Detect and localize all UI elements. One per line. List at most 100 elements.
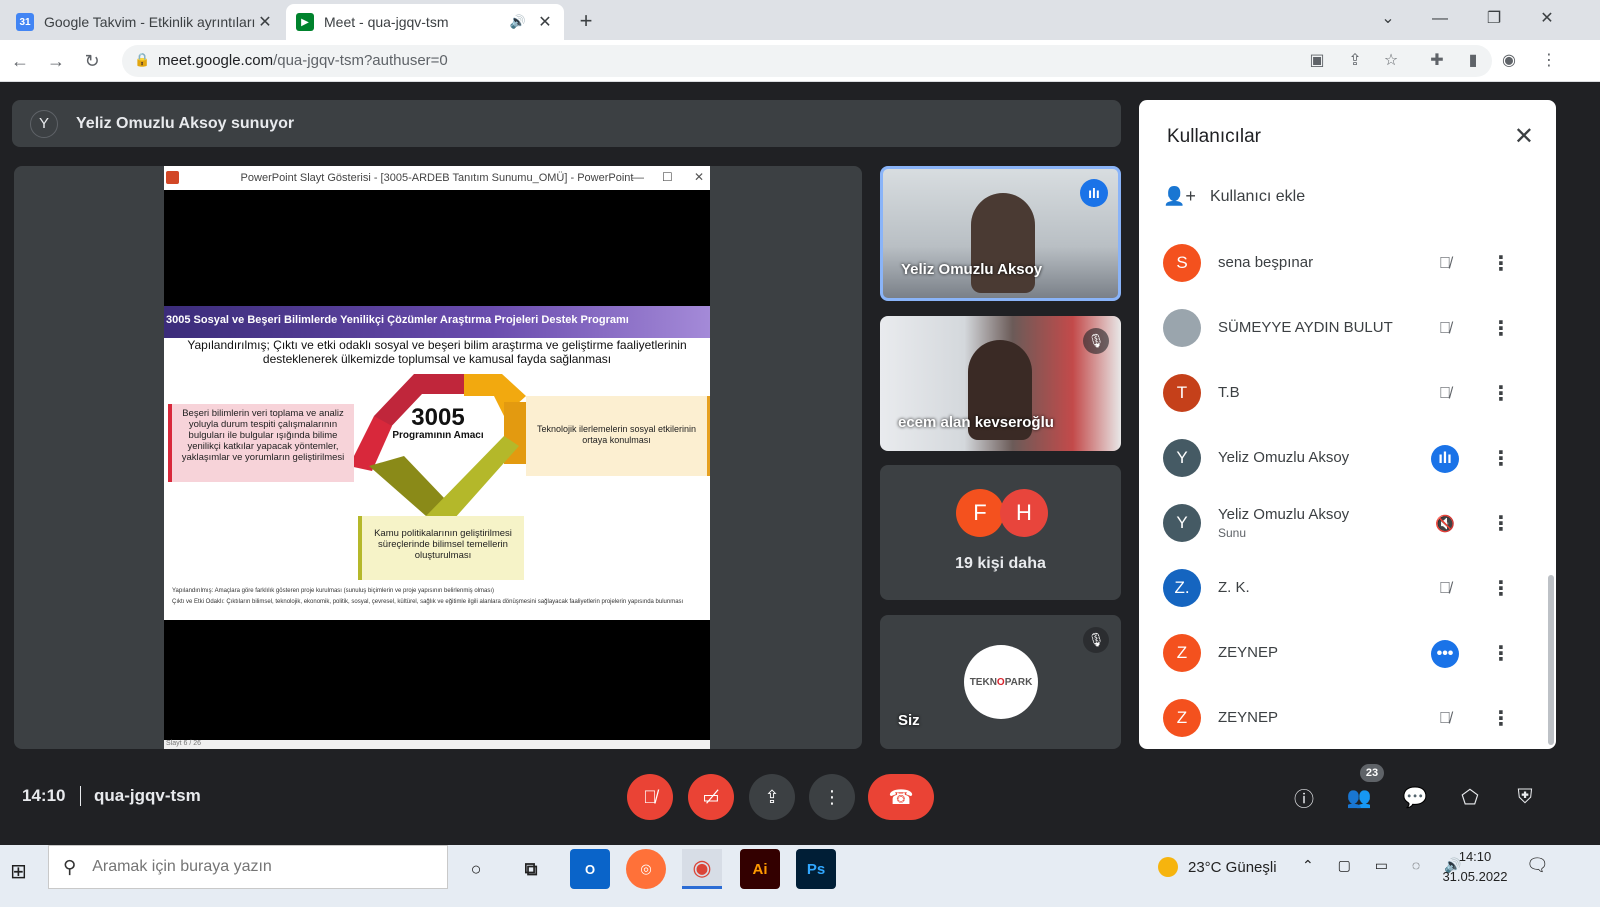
menu-kebab-icon[interactable]: ⋮ (1538, 50, 1560, 72)
powerpoint-icon (166, 171, 179, 184)
outlook-icon[interactable]: O (570, 849, 610, 889)
speaker-off-icon[interactable]: 🔇 (1431, 510, 1459, 538)
more-options-icon[interactable]: ⋮ (1489, 640, 1513, 668)
camera-toggle-button[interactable]: ▭̸ (688, 774, 734, 820)
browser-toolbar: ← → ↻ 🔒 meet.google.com/qua-jgqv-tsm?aut… (0, 40, 1600, 82)
avatar: Z (1163, 699, 1201, 737)
url-text: meet.google.com/qua-jgqv-tsm?authuser=0 (158, 52, 448, 69)
share-icon[interactable]: ⇪ (1344, 50, 1366, 72)
participant-row[interactable]: Y Yeliz Omuzlu Aksoy ılı ⋮ (1163, 431, 1543, 487)
tab-google-calendar[interactable]: 31 Google Takvim - Etkinlik ayrıntıları … (6, 4, 284, 40)
close-icon[interactable]: ✕ (256, 12, 274, 32)
new-tab-button[interactable]: + (572, 8, 600, 36)
people-button[interactable]: 👥 (1342, 780, 1376, 814)
meeting-time: 14:10 (22, 786, 66, 805)
participant-name: Yeliz Omuzlu Aksoy (1218, 449, 1350, 466)
more-options-icon[interactable]: ⋮ (1489, 250, 1513, 278)
bookmark-star-icon[interactable]: ☆ (1380, 50, 1402, 72)
profile-icon[interactable]: ◉ (1498, 50, 1520, 72)
participant-tile[interactable]: ılı Yeliz Omuzlu Aksoy (880, 166, 1121, 301)
host-controls-button[interactable]: ⛨ (1508, 780, 1542, 814)
tray-date: 31.05.2022 (1442, 869, 1508, 884)
tab-google-meet[interactable]: ▶ Meet - qua-jgqv-tsm 🔊 ✕ (286, 4, 564, 40)
weather-widget[interactable]: 23°C Güneşli (1158, 857, 1277, 877)
more-options-icon[interactable]: ⋮ (1489, 705, 1513, 733)
close-icon: ✕ (694, 170, 705, 184)
side-panel-icon[interactable]: ▮ (1462, 50, 1484, 72)
panel-scrollbar[interactable] (1548, 575, 1554, 745)
tray-time: 14:10 (1458, 849, 1492, 864)
forward-button[interactable]: → (42, 48, 70, 76)
teknopark-logo: TEKNOPARK (964, 645, 1038, 719)
participant-row[interactable]: Y Yeliz Omuzlu Aksoy Sunu 🔇 ⋮ (1163, 496, 1543, 552)
camera-blocked-icon[interactable]: ▣ (1306, 50, 1328, 72)
participant-row[interactable]: S sena beşpınar 🎙̸ ⋮ (1163, 236, 1543, 292)
taskbar-search[interactable]: ⚲ (48, 845, 448, 889)
window-close-button[interactable]: ✕ (1527, 4, 1567, 34)
slide-note: Yapılandırılmış: Amaçlara göre farklılık… (172, 588, 495, 594)
back-button[interactable]: ← (6, 48, 34, 76)
notification-icon[interactable]: 🗨 (1526, 855, 1549, 876)
participant-row[interactable]: Z. Z. K. 🎙̸ ⋮ (1163, 561, 1543, 617)
participant-tile[interactable]: 🎙 ecem alan kevseroğlu (880, 316, 1121, 451)
avatar: Y (30, 109, 58, 138)
leave-call-button[interactable]: ☎ (868, 774, 934, 820)
reload-button[interactable]: ↻ (78, 48, 106, 76)
participant-row[interactable]: Z ZEYNEP 🎙̸ ⋮ (1163, 691, 1543, 747)
more-options-button[interactable]: ⋮ (809, 774, 855, 820)
chrome-icon[interactable]: ◉ (682, 849, 722, 889)
address-bar[interactable]: 🔒 meet.google.com/qua-jgqv-tsm?authuser=… (122, 45, 1492, 77)
more-options-icon[interactable]: ⋮ (1489, 575, 1513, 603)
slide-note: Çıktı ve Etki Odaklı: Çıktıların bilimse… (172, 599, 684, 605)
mic-off-icon[interactable]: 🎙̸ (1431, 380, 1459, 408)
illustrator-icon[interactable]: Ai (740, 849, 780, 889)
participant-count-badge: 23 (1360, 764, 1384, 782)
more-options-icon[interactable]: ⋮ (1489, 445, 1513, 473)
close-icon[interactable]: ✕ (536, 12, 554, 32)
more-options-icon[interactable]: ⋮ (1489, 380, 1513, 408)
cortana-icon[interactable]: ○ (456, 849, 496, 889)
meeting-details-button[interactable]: ⓘ (1287, 780, 1321, 814)
mic-off-icon[interactable]: 🎙̸ (1431, 575, 1459, 603)
speaker-icon[interactable]: 🔊 (510, 14, 526, 30)
participant-row[interactable]: T T.B 🎙̸ ⋮ (1163, 366, 1543, 422)
more-options-icon[interactable]: ⋮ (1489, 510, 1513, 538)
task-view-icon[interactable]: ⧉ (511, 849, 551, 889)
self-tile[interactable]: 🎙 TEKNOPARK Siz (880, 615, 1121, 749)
logo-text: TEKNOPARK (969, 676, 1033, 688)
more-dots-icon[interactable]: ••• (1431, 640, 1459, 668)
tray-clock[interactable]: 14:10 31.05.2022 (1440, 847, 1510, 887)
minimize-icon: — (632, 170, 644, 184)
chat-icon: 💬 (1402, 786, 1428, 809)
slide: 3005 Sosyal ve Beşeri Bilimlerde Yenilik… (164, 306, 710, 620)
participant-name: SÜMEYYE AYDIN BULUT (1218, 319, 1393, 336)
avatar: Y (1163, 439, 1201, 477)
lock-icon[interactable]: 🔒 (134, 52, 150, 68)
tab-search-icon[interactable]: ⌄ (1368, 4, 1408, 34)
participant-name: Z. K. (1218, 579, 1250, 596)
extensions-icon[interactable]: ✚ (1426, 50, 1448, 72)
activities-button[interactable]: ⬠ (1453, 780, 1487, 814)
windows-start-icon[interactable]: ⊞ (10, 859, 32, 883)
taskbar-search-input[interactable] (92, 858, 373, 876)
chat-button[interactable]: 💬 (1398, 780, 1432, 814)
more-options-icon[interactable]: ⋮ (1489, 315, 1513, 343)
restore-button[interactable]: ❐ (1474, 4, 1514, 34)
add-user-button[interactable]: 👤+ Kullanıcı ekle (1163, 186, 1305, 207)
participant-row[interactable]: Z ZEYNEP ••• ⋮ (1163, 626, 1543, 682)
firefox-icon[interactable]: ◎ (626, 849, 666, 889)
minimize-button[interactable]: — (1420, 4, 1460, 34)
mic-off-icon[interactable]: 🎙̸ (1431, 250, 1459, 278)
speaking-indicator-icon[interactable]: ılı (1431, 445, 1459, 473)
sun-icon (1158, 857, 1178, 877)
avatar: Y (1163, 504, 1201, 542)
mic-off-icon[interactable]: 🎙̸ (1431, 705, 1459, 733)
more-participants-tile[interactable]: F H 19 kişi daha (880, 465, 1121, 600)
close-icon[interactable]: ✕ (1514, 122, 1534, 151)
participant-row[interactable]: SÜMEYYE AYDIN BULUT 🎙̸ ⋮ (1163, 301, 1543, 357)
present-screen-button[interactable]: ⇪ (749, 774, 795, 820)
mic-off-icon[interactable]: 🎙̸ (1431, 315, 1459, 343)
photoshop-icon[interactable]: Ps (796, 849, 836, 889)
people-panel: Kullanıcılar ✕ 👤+ Kullanıcı ekle S sena … (1139, 100, 1556, 749)
mic-toggle-button[interactable]: 🎙̸ (627, 774, 673, 820)
